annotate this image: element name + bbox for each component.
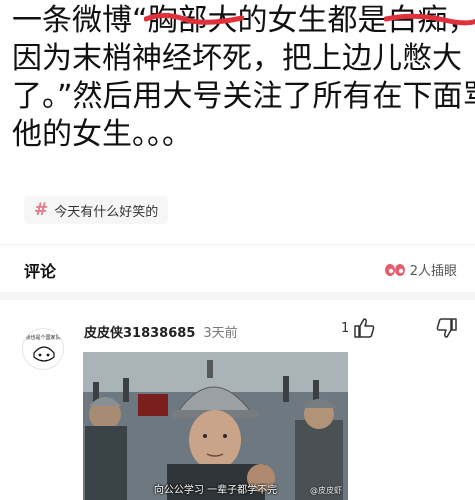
struck-text: 胸部大	[143, 2, 244, 40]
eyes-icon	[384, 263, 405, 276]
image-watermark: @皮皮虾	[310, 486, 342, 495]
topic-tag[interactable]: # 今天有什么好笑的	[24, 196, 169, 224]
insert-image-label: 2人插眼	[409, 264, 457, 279]
thumbs-down-icon	[436, 318, 457, 338]
divider	[0, 244, 475, 245]
post-text: 一条微博“胸部大 的女生都是白痴， 因为末梢神经坏死，把上边儿憋大 了。”然后用大…	[12, 2, 475, 154]
insert-image-button[interactable]: 2人插眼	[384, 260, 457, 279]
hashtag-icon: #	[34, 200, 49, 220]
topic-label: 今天有什么好笑的	[54, 204, 159, 220]
struck-text: 白痴	[383, 2, 475, 40]
comment-time: 3天前	[203, 326, 238, 341]
avatar[interactable]: 我也是个国家队	[22, 328, 64, 370]
avatar-caption: 我也是个国家队	[25, 335, 61, 341]
image-subtitle: 向公公学习 一辈子都学不完	[153, 485, 278, 496]
comment-meta: 皮皮侠31838685 3天前	[84, 322, 238, 341]
post-line-1: 一条微博“胸部大 的女生都是白痴，	[12, 2, 475, 40]
post-line-2: 因为末梢神经坏死，把上边儿憋大	[12, 41, 462, 76]
like-count: 1	[341, 320, 350, 336]
thumbs-up-icon	[354, 318, 375, 338]
section-divider	[0, 292, 475, 300]
meme-face-icon	[33, 346, 55, 362]
post-text-segment: 一条微博“	[12, 3, 148, 38]
post-text-segment: 的女生都是	[237, 3, 388, 38]
like-button[interactable]: 1	[341, 318, 375, 338]
comment-image[interactable]: 向公公学习 一辈子都学不完 @皮皮虾	[83, 352, 348, 500]
comment-username[interactable]: 皮皮侠31838685	[84, 322, 195, 341]
struck-text-content: 白痴	[387, 3, 448, 38]
dislike-button[interactable]	[436, 318, 458, 342]
post-text-segment: ，	[447, 3, 475, 38]
post-line-4: 他的女生。。。	[12, 117, 192, 152]
post-line-3: 了。”然后用大号关注了所有在下面骂	[12, 79, 475, 114]
comments-header: 评论	[24, 262, 57, 281]
movie-still-image	[83, 352, 348, 500]
struck-text-content: 胸部大	[147, 3, 238, 38]
